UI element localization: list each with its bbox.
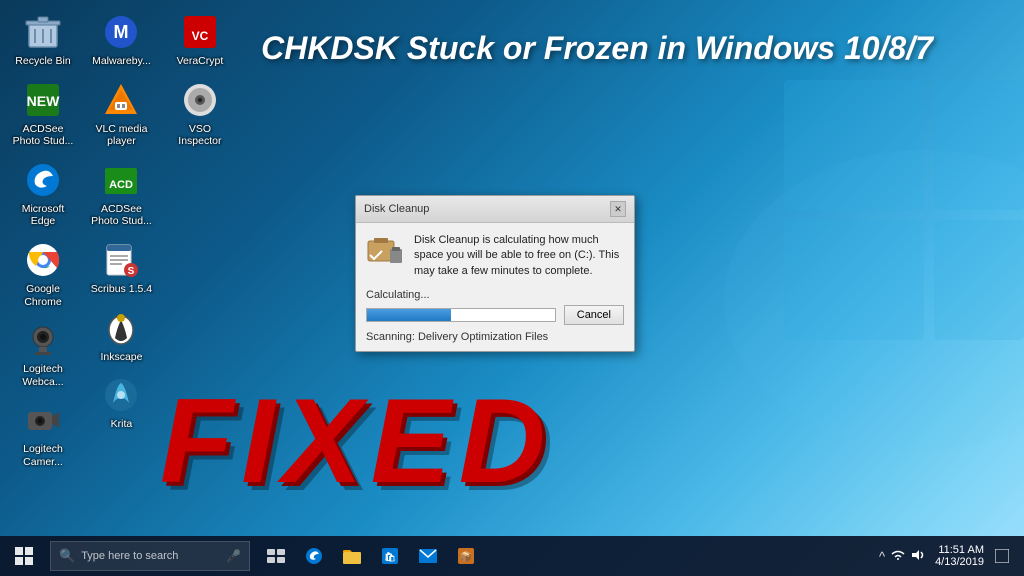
system-clock[interactable]: 11:51 AM 4/13/2019 xyxy=(935,544,984,568)
vlc-icon[interactable]: VLC media player xyxy=(86,76,156,152)
inkscape-icon[interactable]: Inkscape xyxy=(86,304,156,368)
svg-text:NEW: NEW xyxy=(27,93,60,109)
acdsee-photo-icon[interactable]: NEW ACDSee Photo Stud... xyxy=(8,76,78,152)
search-icon: 🔍 xyxy=(59,548,75,564)
start-button[interactable] xyxy=(0,536,48,576)
explorer-taskbar-icon[interactable] xyxy=(334,536,370,576)
dialog-body-text: Disk Cleanup is calculating how much spa… xyxy=(414,233,624,279)
desktop: Recycle Bin NEW ACDSee Photo Stud... xyxy=(0,0,1024,576)
taskbar-app-icons: 🛍 📦 xyxy=(258,536,484,576)
icon-column-2: M Malwareby... VLC media player xyxy=(86,8,156,439)
task-view-button[interactable] xyxy=(258,536,294,576)
acdsee-label: ACDSee Photo Stud... xyxy=(12,123,74,148)
progress-fill xyxy=(367,309,451,321)
taskbar: 🔍 Type here to search 🎤 xyxy=(0,536,1024,576)
svg-text:🛍: 🛍 xyxy=(384,551,395,562)
svg-text:M: M xyxy=(114,22,129,42)
svg-text:ACD: ACD xyxy=(110,179,134,191)
svg-text:S: S xyxy=(128,266,135,277)
page-title: CHKDSK Stuck or Frozen in Windows 10/8/7 xyxy=(180,28,1014,70)
logitech-webcam-label: Logitech Webca... xyxy=(12,363,74,388)
acdsee2-label: ACDSee Photo Stud... xyxy=(90,203,152,228)
krita-icon[interactable]: Krita xyxy=(86,371,156,435)
chevron-up-icon[interactable]: ^ xyxy=(879,549,885,564)
store-taskbar-icon[interactable]: 🛍 xyxy=(372,536,408,576)
search-bar[interactable]: 🔍 Type here to search 🎤 xyxy=(50,541,250,571)
vlc-label: VLC media player xyxy=(90,123,152,148)
vso-label: VSO Inspector xyxy=(169,123,231,148)
inkscape-label: Inkscape xyxy=(100,351,142,364)
acdsee2-icon[interactable]: ACD ACDSee Photo Stud... xyxy=(86,156,156,232)
logitech-webcam-icon[interactable]: Logitech Webca... xyxy=(8,316,78,392)
tray-icons: ^ xyxy=(879,549,925,564)
recycle-bin-icon[interactable]: Recycle Bin xyxy=(8,8,78,72)
scribus-label: Scribus 1.5.4 xyxy=(91,283,152,296)
dialog-titlebar: Disk Cleanup ✕ xyxy=(356,196,634,223)
disk-cleanup-dialog: Disk Cleanup ✕ Disk Cleanup is calculati… xyxy=(355,195,635,352)
edge-icon[interactable]: Microsoft Edge xyxy=(8,156,78,232)
search-placeholder: Type here to search xyxy=(81,550,220,562)
vso-icon[interactable]: VSO Inspector xyxy=(165,76,235,152)
dialog-title: Disk Cleanup xyxy=(364,203,429,215)
malwarebytes-icon[interactable]: M Malwareby... xyxy=(86,8,156,72)
svg-text:📦: 📦 xyxy=(460,550,472,563)
microphone-icon: 🎤 xyxy=(226,549,241,563)
scanning-label: Scanning: Delivery Optimization Files xyxy=(366,331,624,343)
mail-taskbar-icon[interactable] xyxy=(410,536,446,576)
scribus-icon[interactable]: S Scribus 1.5.4 xyxy=(86,236,156,300)
edge-label: Microsoft Edge xyxy=(12,203,74,228)
chrome-label: Google Chrome xyxy=(12,283,74,308)
cancel-button[interactable]: Cancel xyxy=(564,305,624,325)
recycle-bin-label: Recycle Bin xyxy=(15,55,70,68)
logitech-camera-icon[interactable]: Logitech Camer... xyxy=(8,396,78,472)
dialog-close-button[interactable]: ✕ xyxy=(610,201,626,217)
dialog-progress-area: Calculating... Cancel Scanning: Delivery… xyxy=(356,289,634,351)
volume-icon[interactable] xyxy=(911,549,925,564)
malwarebytes-label: Malwareby... xyxy=(92,55,151,68)
progress-bar xyxy=(366,308,556,322)
logitech-camera-label: Logitech Camer... xyxy=(12,443,74,468)
chrome-icon[interactable]: Google Chrome xyxy=(8,236,78,312)
notification-button[interactable] xyxy=(988,536,1016,576)
cleanup-icon xyxy=(366,233,404,279)
krita-label: Krita xyxy=(111,418,133,431)
dialog-body: Disk Cleanup is calculating how much spa… xyxy=(356,223,634,289)
network-icon[interactable] xyxy=(891,549,905,564)
clock-time: 11:51 AM xyxy=(938,544,984,556)
edge-taskbar-icon[interactable] xyxy=(296,536,332,576)
clock-date: 4/13/2019 xyxy=(935,556,984,568)
progress-row: Cancel xyxy=(366,305,624,325)
file-taskbar-icon[interactable]: 📦 xyxy=(448,536,484,576)
fixed-label: FIXED xyxy=(160,381,553,501)
calculating-label: Calculating... xyxy=(366,289,624,301)
icon-column-1: Recycle Bin NEW ACDSee Photo Stud... xyxy=(8,8,78,477)
system-tray: ^ 11:51 AM 4/13/2019 xyxy=(871,536,1024,576)
